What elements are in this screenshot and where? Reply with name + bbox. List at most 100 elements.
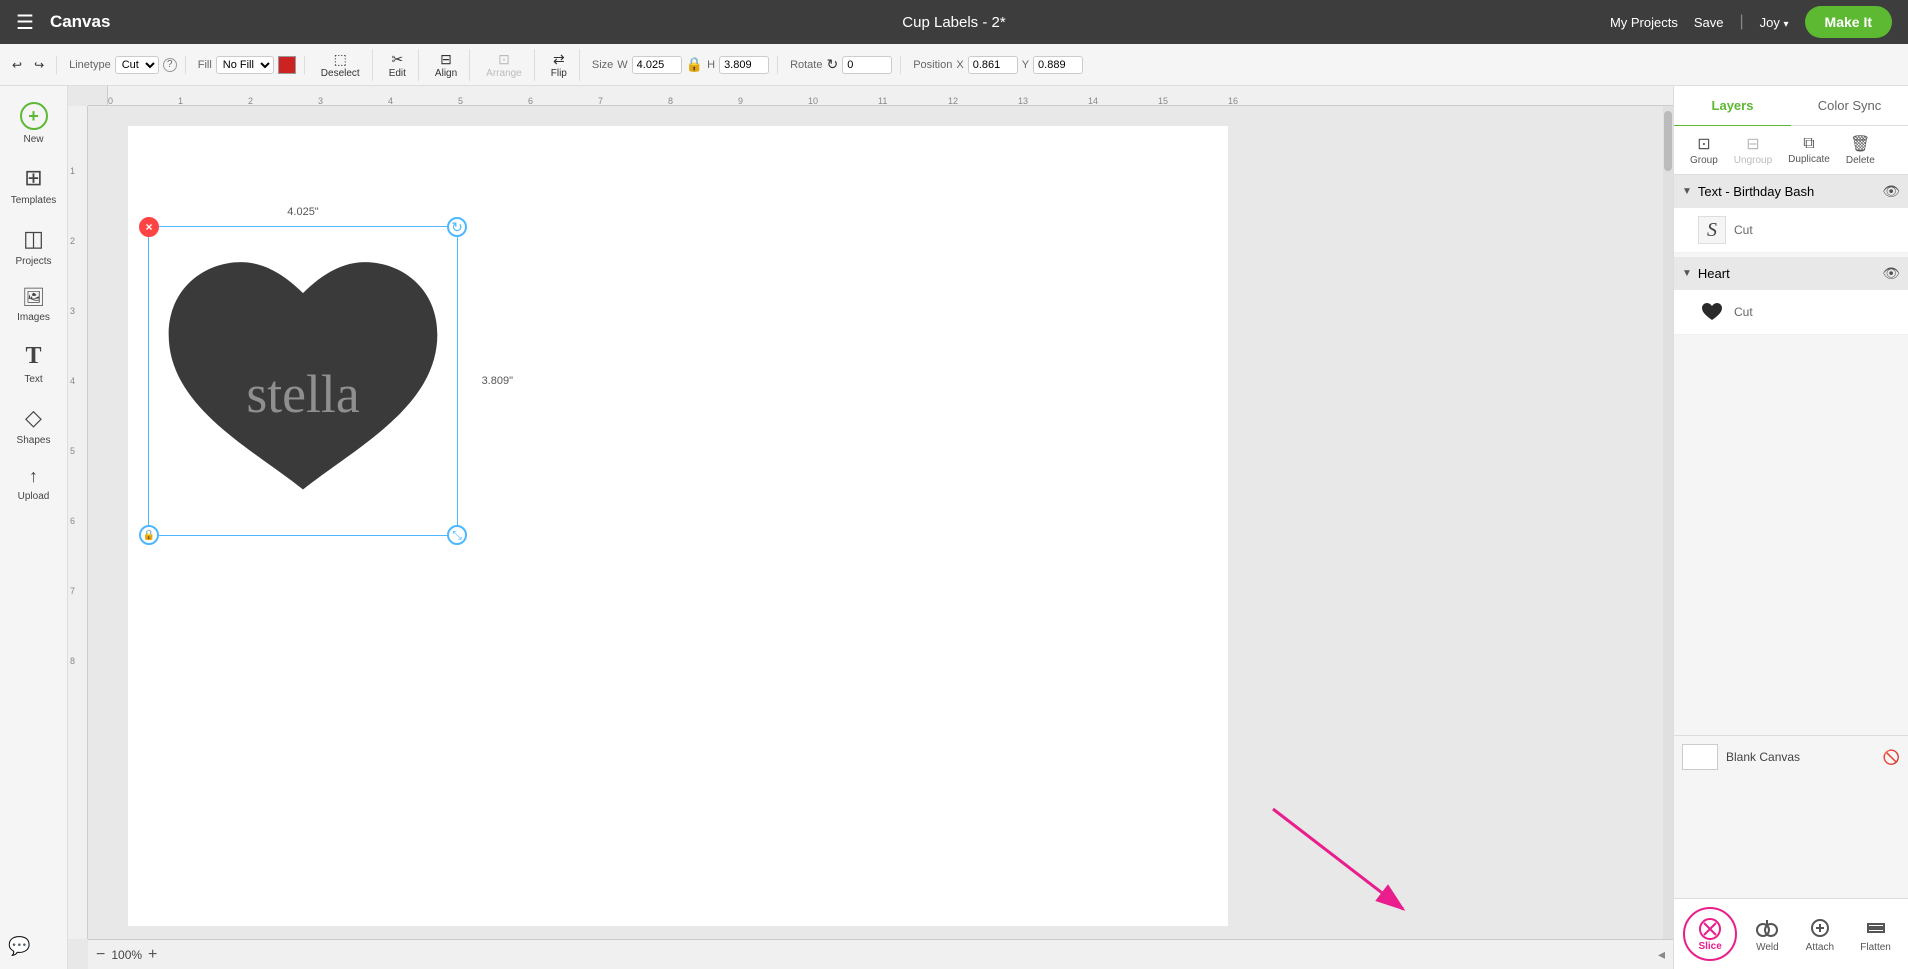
shapes-icon: ◇ — [25, 405, 42, 431]
sidebar-item-text[interactable]: T Text — [4, 335, 64, 393]
project-title: Cup Labels - 2* — [902, 14, 1005, 31]
chat-icon[interactable]: 💬 — [8, 936, 30, 957]
attach-icon — [1808, 916, 1832, 940]
pos-y-label: Y — [1022, 59, 1029, 71]
sidebar-upload-label: Upload — [18, 491, 50, 502]
text-icon: T — [25, 343, 41, 370]
eye-heart-icon[interactable]: 👁 — [1882, 265, 1900, 282]
templates-icon: ⊞ — [24, 165, 42, 191]
pos-x-label: X — [956, 59, 963, 71]
chevron-text-icon: ▼ — [1682, 186, 1692, 197]
sidebar-item-projects[interactable]: ◫ Projects — [4, 218, 64, 275]
sidebar-shapes-label: Shapes — [17, 435, 51, 446]
tab-layers[interactable]: Layers — [1674, 86, 1791, 127]
attach-label: Attach — [1806, 942, 1834, 953]
tab-color-sync[interactable]: Color Sync — [1791, 86, 1908, 127]
layer-group-heart-name: Heart — [1698, 266, 1876, 281]
divider: | — [1739, 13, 1743, 31]
layer-group-text-header[interactable]: ▼ Text - Birthday Bash 👁 — [1674, 175, 1908, 208]
eye-text-icon[interactable]: 👁 — [1882, 183, 1900, 200]
slice-action[interactable]: Slice — [1683, 907, 1737, 961]
fill-label: Fill — [198, 59, 212, 71]
undo-button[interactable]: ↩ — [8, 56, 26, 74]
pos-y-input[interactable] — [1033, 56, 1083, 74]
sidebar-new-label: New — [23, 134, 43, 145]
scrollbar-thumb[interactable] — [1664, 111, 1672, 171]
redo-button[interactable]: ↪ — [30, 56, 48, 74]
fill-color-swatch[interactable] — [278, 56, 296, 74]
blank-canvas-thumb — [1682, 744, 1718, 770]
deselect-button[interactable]: ⬚ Deselect — [317, 49, 364, 81]
chevron-heart-icon: ▼ — [1682, 268, 1692, 279]
heart-element[interactable]: 4.025" 3.809" × ↻ 🔒 ⤡ stella — [148, 226, 458, 536]
projects-icon: ◫ — [23, 226, 44, 252]
images-icon: 🖼 — [22, 287, 45, 308]
rotate-label: Rotate — [790, 59, 822, 71]
ungroup-icon: ⊟ — [1746, 134, 1759, 154]
group-button[interactable]: ⊡ Group — [1682, 130, 1726, 170]
weld-action[interactable]: Weld — [1747, 912, 1787, 957]
layer-group-heart-header[interactable]: ▼ Heart 👁 — [1674, 257, 1908, 290]
position-label: Position — [913, 59, 952, 71]
left-sidebar: + New ⊞ Templates ◫ Projects 🖼 Images T … — [0, 86, 68, 969]
bottom-action-bar: Slice Weld Attach — [1674, 898, 1908, 969]
horizontal-ruler: // Ruler marks will be rendered inline 0… — [88, 86, 1673, 106]
align-button[interactable]: ⊟ Align — [431, 49, 461, 81]
my-projects-link[interactable]: My Projects — [1610, 15, 1678, 30]
pos-x-input[interactable] — [968, 56, 1018, 74]
attach-action[interactable]: Attach — [1798, 912, 1842, 957]
handle-bottom-right[interactable]: ⤡ — [447, 525, 467, 545]
sidebar-item-new[interactable]: + New — [4, 94, 64, 153]
handle-top-left[interactable]: × — [139, 217, 159, 237]
user-dropdown[interactable]: Joy ▾ — [1760, 15, 1789, 30]
arrange-button[interactable]: ⊡ Arrange — [482, 49, 526, 81]
layer-group-text: ▼ Text - Birthday Bash 👁 S Cut — [1674, 175, 1908, 253]
zoom-in-button[interactable]: + — [148, 946, 157, 964]
save-button[interactable]: Save — [1694, 15, 1724, 30]
fill-select[interactable]: No Fill — [216, 56, 274, 74]
topbar: ☰ Canvas Cup Labels - 2* My Projects Sav… — [0, 0, 1908, 44]
vertical-scrollbar[interactable] — [1663, 106, 1673, 939]
lock-icon[interactable]: 🔒 — [686, 56, 703, 73]
rotate-input[interactable] — [842, 56, 892, 74]
zoom-out-button[interactable]: − — [96, 946, 105, 964]
main-area: + New ⊞ Templates ◫ Projects 🖼 Images T … — [0, 86, 1908, 969]
sidebar-item-templates[interactable]: ⊞ Templates — [4, 157, 64, 214]
sidebar-templates-label: Templates — [11, 195, 57, 206]
size-h-label: H — [707, 59, 715, 71]
layer-thumb-heart — [1698, 298, 1726, 326]
duplicate-icon: ⧉ — [1803, 135, 1814, 153]
sidebar-item-images[interactable]: 🖼 Images — [4, 279, 64, 331]
slice-label: Slice — [1698, 941, 1721, 952]
handle-bottom-left[interactable]: 🔒 — [139, 525, 159, 545]
canvas-area[interactable]: // Ruler marks will be rendered inline 0… — [68, 86, 1673, 969]
linetype-label: Linetype — [69, 59, 111, 71]
right-panel: Layers Color Sync ⊡ Group ⊟ Ungroup ⧉ Du… — [1673, 86, 1908, 969]
zoom-bar: − 100% + ◂ — [88, 939, 1673, 969]
linetype-select[interactable]: Cut — [115, 56, 159, 74]
flip-button[interactable]: ⇄ Flip — [547, 49, 571, 81]
duplicate-button[interactable]: ⧉ Duplicate — [1780, 131, 1838, 169]
delete-button[interactable]: 🗑 Delete — [1838, 130, 1883, 170]
sidebar-item-shapes[interactable]: ◇ Shapes — [4, 397, 64, 454]
linetype-q[interactable]: ? — [163, 58, 177, 72]
edit-button[interactable]: ✂ Edit — [385, 49, 410, 81]
make-it-button[interactable]: Make It — [1805, 6, 1892, 38]
size-w-input[interactable] — [632, 56, 682, 74]
layer-group-heart: ▼ Heart 👁 Cut — [1674, 257, 1908, 335]
size-label: Size — [592, 59, 613, 71]
scroll-left-icon[interactable]: ◂ — [1658, 946, 1665, 963]
upload-icon: ↑ — [29, 466, 38, 487]
size-h-input[interactable] — [719, 56, 769, 74]
layer-item-s[interactable]: S Cut — [1674, 208, 1908, 253]
height-dimension: 3.809" — [482, 375, 513, 387]
eye-crossed-icon[interactable]: 🚫 — [1883, 749, 1900, 766]
layers-content: ▼ Text - Birthday Bash 👁 S Cut ▼ Heart 👁 — [1674, 175, 1908, 898]
menu-icon[interactable]: ☰ — [16, 10, 34, 35]
handle-top-right[interactable]: ↻ — [447, 217, 467, 237]
app-title: Canvas — [50, 12, 110, 32]
ungroup-button[interactable]: ⊟ Ungroup — [1726, 130, 1780, 170]
flatten-action[interactable]: Flatten — [1852, 912, 1899, 957]
layer-item-heart[interactable]: Cut — [1674, 290, 1908, 335]
sidebar-item-upload[interactable]: ↑ Upload — [4, 458, 64, 510]
